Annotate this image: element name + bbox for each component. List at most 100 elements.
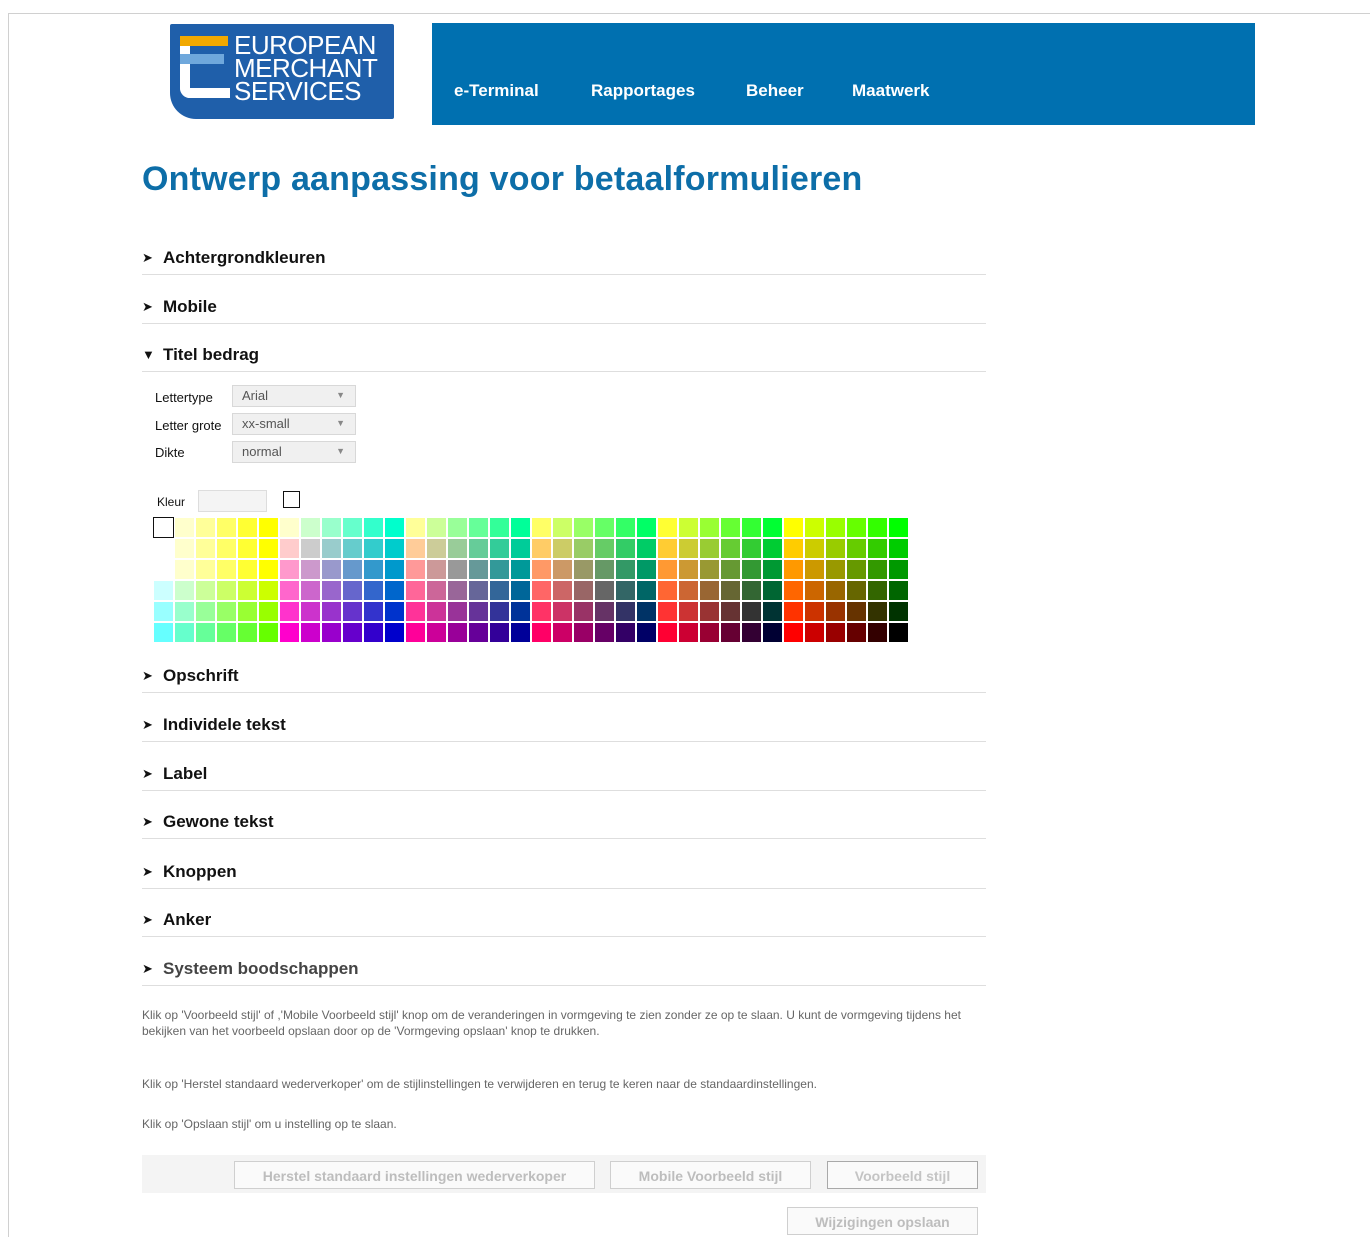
palette-swatch[interactable] [321,601,342,622]
palette-swatch[interactable] [153,559,174,580]
palette-swatch[interactable] [699,517,720,538]
palette-swatch[interactable] [174,517,195,538]
palette-swatch[interactable] [363,580,384,601]
palette-swatch[interactable] [699,622,720,643]
palette-swatch[interactable] [741,517,762,538]
palette-swatch[interactable] [405,559,426,580]
palette-swatch[interactable] [741,622,762,643]
palette-swatch[interactable] [279,580,300,601]
palette-swatch[interactable] [426,538,447,559]
palette-swatch[interactable] [510,559,531,580]
palette-swatch[interactable] [867,517,888,538]
preview-style-button[interactable]: Voorbeeld stijl [827,1161,978,1189]
palette-swatch[interactable] [762,538,783,559]
palette-swatch[interactable] [783,580,804,601]
palette-swatch[interactable] [846,580,867,601]
palette-swatch[interactable] [636,559,657,580]
palette-swatch[interactable] [447,580,468,601]
palette-swatch[interactable] [804,601,825,622]
palette-swatch[interactable] [279,559,300,580]
palette-swatch[interactable] [552,580,573,601]
palette-swatch[interactable] [258,517,279,538]
palette-swatch[interactable] [489,601,510,622]
palette-swatch[interactable] [174,538,195,559]
palette-swatch[interactable] [699,580,720,601]
palette-swatch[interactable] [195,622,216,643]
palette-swatch[interactable] [342,580,363,601]
palette-swatch[interactable] [279,538,300,559]
palette-swatch[interactable] [510,517,531,538]
palette-swatch[interactable] [468,622,489,643]
section-opschrift[interactable]: ➤ Opschrift [142,666,986,693]
palette-swatch[interactable] [846,517,867,538]
palette-swatch[interactable] [405,622,426,643]
palette-swatch[interactable] [573,601,594,622]
palette-swatch[interactable] [510,622,531,643]
palette-swatch[interactable] [468,559,489,580]
palette-swatch[interactable] [195,538,216,559]
palette-swatch[interactable] [468,580,489,601]
palette-swatch[interactable] [888,559,909,580]
palette-swatch[interactable] [384,538,405,559]
palette-swatch[interactable] [384,517,405,538]
ems-logo[interactable]: EUROPEAN MERCHANT SERVICES [170,24,394,119]
palette-swatch[interactable] [678,601,699,622]
palette-swatch[interactable] [741,538,762,559]
palette-swatch[interactable] [615,538,636,559]
palette-swatch[interactable] [447,538,468,559]
palette-swatch[interactable] [216,601,237,622]
palette-swatch[interactable] [447,517,468,538]
palette-swatch[interactable] [321,538,342,559]
palette-swatch[interactable] [174,622,195,643]
palette-swatch[interactable] [636,580,657,601]
palette-swatch[interactable] [258,580,279,601]
palette-swatch[interactable] [741,559,762,580]
palette-swatch[interactable] [195,559,216,580]
palette-swatch[interactable] [468,601,489,622]
palette-swatch[interactable] [342,517,363,538]
palette-swatch[interactable] [300,559,321,580]
palette-swatch[interactable] [720,580,741,601]
palette-swatch[interactable] [867,559,888,580]
palette-swatch[interactable] [489,559,510,580]
section-titel-bedrag[interactable]: ▼ Titel bedrag [142,345,986,372]
palette-swatch[interactable] [615,580,636,601]
palette-swatch[interactable] [741,601,762,622]
palette-swatch[interactable] [216,622,237,643]
palette-swatch[interactable] [258,559,279,580]
section-systeem-boodschappen[interactable]: ➤ Systeem boodschappen [142,959,986,986]
palette-swatch[interactable] [321,622,342,643]
palette-swatch[interactable] [615,559,636,580]
palette-swatch[interactable] [237,580,258,601]
palette-swatch[interactable] [426,601,447,622]
palette-swatch[interactable] [531,559,552,580]
palette-swatch[interactable] [678,517,699,538]
palette-swatch[interactable] [678,559,699,580]
section-label[interactable]: ➤ Label [142,764,986,791]
nav-item-rapportages[interactable]: Rapportages [591,81,695,101]
palette-swatch[interactable] [237,517,258,538]
palette-swatch[interactable] [510,601,531,622]
nav-item-beheer[interactable]: Beheer [746,81,804,101]
palette-swatch[interactable] [342,559,363,580]
palette-swatch[interactable] [237,622,258,643]
palette-swatch[interactable] [783,559,804,580]
palette-swatch[interactable] [594,580,615,601]
palette-swatch[interactable] [720,622,741,643]
palette-swatch[interactable] [342,538,363,559]
mobile-preview-button[interactable]: Mobile Voorbeeld stijl [610,1161,811,1189]
palette-swatch[interactable] [825,580,846,601]
palette-swatch[interactable] [804,580,825,601]
palette-swatch[interactable] [657,559,678,580]
palette-swatch[interactable] [888,622,909,643]
palette-swatch[interactable] [363,622,384,643]
palette-swatch[interactable] [195,517,216,538]
palette-swatch[interactable] [657,538,678,559]
palette-swatch[interactable] [636,538,657,559]
palette-swatch[interactable] [258,622,279,643]
palette-swatch[interactable] [153,622,174,643]
palette-swatch[interactable] [447,601,468,622]
palette-swatch[interactable] [804,559,825,580]
palette-swatch[interactable] [678,538,699,559]
palette-swatch[interactable] [384,622,405,643]
